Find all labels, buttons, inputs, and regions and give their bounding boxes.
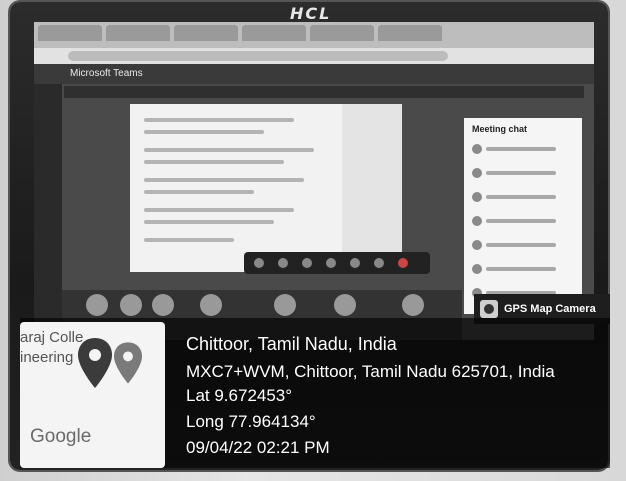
participant-avatar (200, 294, 222, 316)
participant-avatar (86, 294, 108, 316)
map-thumbnail: araj Colle ineering Google (20, 322, 165, 468)
browser-tab-strip (34, 22, 594, 48)
location-address: MXC7+WVM, Chittoor, Tamil Nadu 625701, I… (186, 362, 555, 381)
monitor-brand-logo: HCL (290, 4, 332, 23)
location-latitude: Lat 9.672453° (186, 386, 293, 405)
camera-icon (480, 300, 498, 318)
chat-title: Meeting chat (472, 124, 528, 134)
meeting-chat-panel: Meeting chat (464, 118, 582, 314)
chat-message (472, 240, 572, 250)
google-logo: Google (30, 426, 92, 447)
browser-tab (242, 25, 306, 41)
app-title: Microsoft Teams (70, 68, 143, 79)
recording-notice (64, 86, 584, 98)
participant-avatar (402, 294, 424, 316)
map-pin-grey-icon (114, 342, 142, 384)
browser-tab (38, 25, 102, 41)
location-place: Chittoor, Tamil Nadu, India (186, 334, 397, 354)
chat-message (472, 264, 572, 274)
chat-message (472, 216, 572, 226)
browser-tab (310, 25, 374, 41)
address-bar (34, 48, 594, 64)
meeting-controls (244, 252, 430, 274)
map-pin-dark-icon (78, 338, 112, 388)
teams-left-rail (34, 84, 62, 340)
browser-tab (174, 25, 238, 41)
location-datetime: 09/04/22 02:21 PM (186, 438, 330, 457)
participant-avatar (120, 294, 142, 316)
participant-avatar (274, 294, 296, 316)
participant-avatar (152, 294, 174, 316)
chat-message (472, 168, 572, 178)
shared-screen (130, 104, 402, 272)
monitor-screen: Microsoft Teams Meeting chat (34, 22, 594, 340)
location-longitude: Long 77.964134° (186, 412, 316, 431)
map-place-label: araj Colle ineering (20, 329, 84, 366)
gps-camera-label: GPS Map Camera (504, 303, 596, 315)
participant-avatar (334, 294, 356, 316)
chat-message (472, 144, 572, 154)
browser-tab (378, 25, 442, 41)
browser-tab (106, 25, 170, 41)
chat-message (472, 192, 572, 202)
